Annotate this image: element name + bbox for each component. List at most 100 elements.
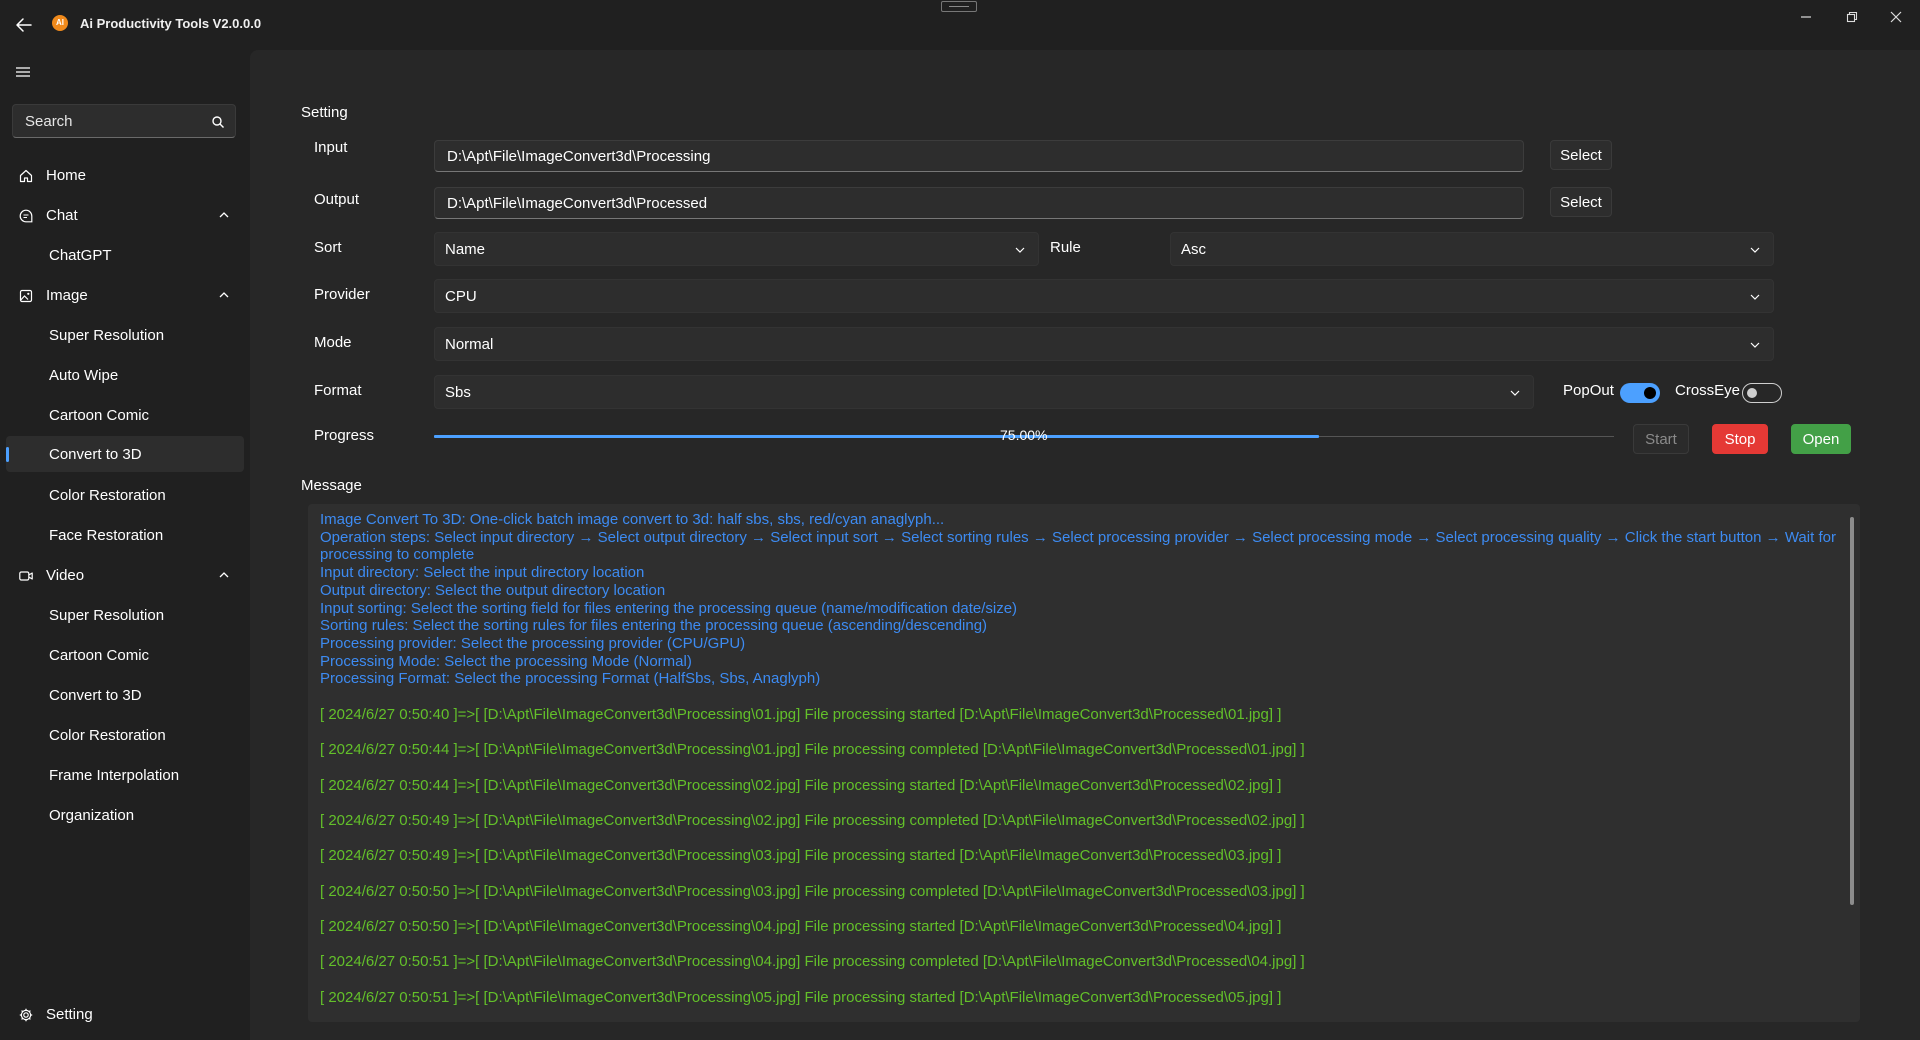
arrow-left-icon [16,18,32,32]
format-label: Format [314,382,362,399]
sidebar-item-chat[interactable]: Chat [6,197,244,233]
log-line: [ 2024/6/27 0:50:40 ]=>[ [D:\Apt\File\Im… [320,705,1282,723]
sidebar-item-video[interactable]: Video [6,557,244,593]
minimize-button[interactable] [1786,4,1826,30]
message-info-line: Input sorting: Select the sorting field … [320,599,1018,617]
sidebar-item-face-restoration[interactable]: Face Restoration [6,517,244,553]
sidebar-item-label: Super Resolution [49,326,165,344]
chevron-up-icon[interactable] [218,209,230,221]
sidebar-item-frame-interpolation[interactable]: Frame Interpolation [6,757,244,793]
start-button[interactable]: Start [1633,424,1689,454]
close-button[interactable] [1876,4,1916,30]
message-log-list: [ 2024/6/27 0:50:40 ]=>[ [D:\Apt\File\Im… [320,706,1844,1007]
select-input-button[interactable]: Select [1550,140,1612,170]
log-line: [ 2024/6/27 0:50:44 ]=>[ [D:\Apt\File\Im… [320,741,1305,759]
sidebar-item-image-color-restoration[interactable]: Color Restoration [6,477,244,513]
message-info-line: Processing Format: Select the processing… [320,670,821,688]
log-line: [ 2024/6/27 0:50:50 ]=>[ [D:\Apt\File\Im… [320,918,1282,936]
sort-label: Sort [314,239,342,256]
sidebar-item-label: Face Restoration [49,526,164,544]
provider-value: CPU [445,288,477,305]
sidebar-item-label: Home [46,166,87,184]
sort-dropdown[interactable]: Name [434,232,1039,266]
log-line: [ 2024/6/27 0:50:44 ]=>[ [D:\Apt\File\Im… [320,776,1282,794]
input-path-field [434,140,1524,172]
popout-label: PopOut [1563,382,1614,399]
back-button[interactable] [12,13,36,37]
log-line: [ 2024/6/27 0:50:51 ]=>[ [D:\Apt\File\Im… [320,953,1305,971]
sidebar-item-image-super-resolution[interactable]: Super Resolution [6,317,244,353]
title-bar: AI Ai Productivity Tools V2.0.0.0 [0,0,1920,50]
message-info-line: Processing provider: Select the processi… [320,634,746,652]
select-output-button[interactable]: Select [1550,187,1612,217]
message-info-line: Image Convert To 3D: One-click batch ima… [320,511,945,528]
mode-label: Mode [314,334,352,351]
log-line: [ 2024/6/27 0:50:49 ]=>[ [D:\Apt\File\Im… [320,847,1282,865]
chevron-down-icon [1750,247,1760,253]
sidebar-item-label: Image [46,286,88,304]
provider-dropdown[interactable]: CPU [434,279,1774,313]
chevron-down-icon [1750,294,1760,300]
format-dropdown[interactable]: Sbs [434,375,1534,409]
drag-handle[interactable] [941,1,977,12]
rule-dropdown[interactable]: Asc [1170,232,1774,266]
log-line: [ 2024/6/27 0:50:49 ]=>[ [D:\Apt\File\Im… [320,811,1305,829]
search-box [12,104,236,138]
open-button[interactable]: Open [1791,424,1851,454]
image-icon [19,289,33,303]
restore-button[interactable] [1832,4,1872,30]
message-log[interactable]: Image Convert To 3D: One-click batch ima… [308,504,1860,1022]
output-path-input[interactable] [435,188,1523,218]
mode-value: Normal [445,336,494,353]
input-path-input[interactable] [435,141,1523,171]
search-input[interactable] [13,105,205,137]
chat-bubble-icon [19,209,33,223]
popout-toggle[interactable] [1620,383,1660,403]
sidebar-item-video-color-restoration[interactable]: Color Restoration [6,717,244,753]
chevron-up-icon[interactable] [218,289,230,301]
chevron-up-icon[interactable] [218,569,230,581]
sidebar-item-video-cartoon-comic[interactable]: Cartoon Comic [6,637,244,673]
selection-indicator [6,447,9,462]
menu-toggle-button[interactable] [14,65,32,79]
sidebar-item-label: Auto Wipe [49,366,119,384]
sidebar-item-label: Cartoon Comic [49,646,150,664]
sidebar-item-image[interactable]: Image [6,277,244,313]
sort-value: Name [445,241,486,258]
message-info-line: Input directory: Select the input direct… [320,564,645,582]
sidebar-item-video-super-resolution[interactable]: Super Resolution [6,597,244,633]
mode-dropdown[interactable]: Normal [434,327,1774,361]
stop-button[interactable]: Stop [1712,424,1768,454]
main-content: Setting Input Select Output Select Sort … [250,50,1920,1040]
log-line: [ 2024/6/27 0:50:51 ]=>[ [D:\Apt\File\Im… [320,988,1282,1006]
sidebar-item-label: Cartoon Comic [49,406,150,424]
output-path-field [434,187,1524,219]
gear-icon [19,1008,33,1022]
crosseye-toggle[interactable] [1742,383,1782,403]
close-icon [1890,11,1902,23]
chevron-down-icon [1750,342,1760,348]
sidebar-item-auto-wipe[interactable]: Auto Wipe [6,357,244,393]
message-scrollbar[interactable] [1850,517,1854,905]
progress-bar-fill [434,435,1319,438]
sidebar-item-setting[interactable]: Setting [6,996,244,1032]
message-info-line: Operation steps: Select input directory … [320,528,1836,564]
message-info-line: Output directory: Select the output dire… [320,581,666,599]
sidebar-item-chatgpt[interactable]: ChatGPT [6,237,244,273]
sidebar-item-video-convert-to-3d[interactable]: Convert to 3D [6,677,244,713]
chevron-down-icon [1510,390,1520,396]
sidebar-item-image-cartoon-comic[interactable]: Cartoon Comic [6,397,244,433]
sidebar-item-home[interactable]: Home [6,157,244,193]
sidebar-item-label: Convert to 3D [49,445,142,463]
sidebar-item-label: Organization [49,806,135,824]
sidebar-item-organization[interactable]: Organization [6,797,244,833]
message-info-line: Sorting rules: Select the sorting rules … [320,617,988,635]
sidebar-item-label: Color Restoration [49,486,166,504]
format-value: Sbs [445,384,471,401]
sidebar-item-image-convert-to-3d[interactable]: Convert to 3D [6,436,244,472]
message-info-line: Processing Mode: Select the processing M… [320,652,692,670]
chevron-down-icon [1015,247,1025,253]
search-icon[interactable] [211,115,225,129]
hamburger-icon [16,67,30,77]
minimize-icon [1801,16,1811,18]
